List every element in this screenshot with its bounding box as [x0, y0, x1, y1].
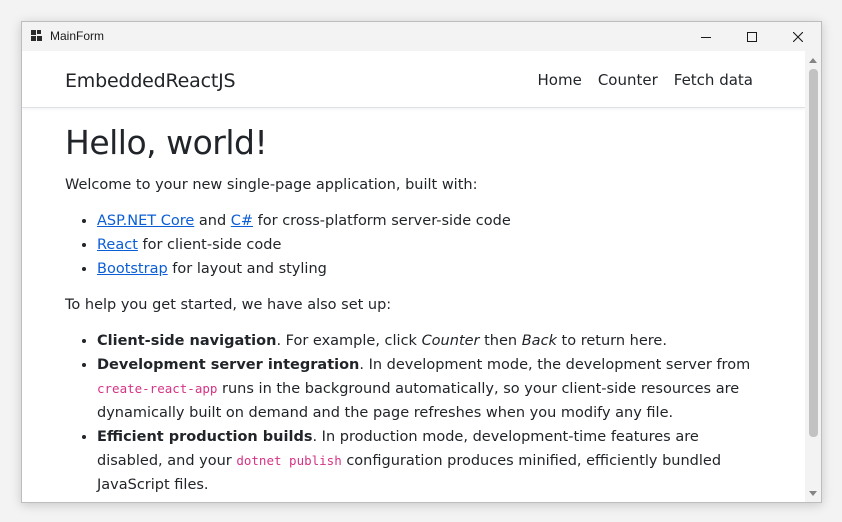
app-window-icon	[31, 30, 42, 41]
nav-home-link[interactable]: Home	[538, 71, 582, 89]
bootstrap-link[interactable]: Bootstrap	[97, 261, 168, 277]
built-with-list: ASP.NET Core and C# for cross-platform s…	[65, 209, 765, 281]
react-link[interactable]: React	[97, 237, 138, 253]
features-list: Client-side navigation. For example, cli…	[65, 329, 765, 497]
feature-title: Client-side navigation	[97, 333, 277, 349]
feature-text: to return here.	[556, 333, 667, 349]
feature-text: . In development mode, the development s…	[359, 357, 751, 373]
close-icon	[793, 31, 803, 42]
list-item: Bootstrap for layout and styling	[97, 257, 765, 281]
feature-title: Development server integration	[97, 357, 360, 373]
feature-text: then	[479, 333, 522, 349]
list-item: React for client-side code	[97, 233, 765, 257]
inline-code: dotnet publish	[236, 453, 342, 468]
web-content: EmbeddedReactJS Home Counter Fetch data …	[22, 51, 805, 502]
list-item: Client-side navigation. For example, cli…	[97, 329, 765, 353]
minimize-button[interactable]	[683, 22, 729, 51]
scrollbar-thumb[interactable]	[809, 69, 818, 437]
feature-emphasis: Counter	[421, 333, 480, 349]
navbar-brand[interactable]: EmbeddedReactJS	[65, 70, 236, 92]
page-heading: Hello, world!	[65, 123, 268, 162]
csharp-link[interactable]: C#	[231, 213, 253, 229]
nav-fetch-data-link[interactable]: Fetch data	[674, 71, 753, 89]
maximize-icon	[747, 31, 757, 42]
list-text: for layout and styling	[167, 261, 327, 277]
app-window: MainForm EmbeddedReactJS Home Counter Fe…	[21, 21, 822, 503]
list-text: for cross-platform server-side code	[253, 213, 511, 229]
setup-intro-text: To help you get started, we have also se…	[65, 297, 392, 313]
nav-counter-link[interactable]: Counter	[598, 71, 658, 89]
feature-text: . For example, click	[276, 333, 422, 349]
scroll-down-arrow-icon	[809, 490, 817, 496]
window-title: MainForm	[50, 29, 105, 43]
list-text: and	[194, 213, 231, 229]
nav-links: Home Counter Fetch data	[538, 71, 753, 89]
title-bar[interactable]: MainForm	[22, 22, 821, 51]
list-item: Development server integration. In devel…	[97, 353, 765, 425]
feature-emphasis: Back	[521, 333, 557, 349]
feature-title: Efficient production builds	[97, 429, 313, 445]
minimize-icon	[701, 36, 711, 38]
intro-text: Welcome to your new single-page applicat…	[65, 177, 478, 193]
list-item: Efficient production builds. In producti…	[97, 425, 765, 497]
list-text: for client-side code	[137, 237, 282, 253]
close-button[interactable]	[775, 22, 821, 51]
scroll-up-arrow-icon	[809, 57, 817, 63]
scroll-down-button[interactable]	[805, 487, 821, 499]
inline-code: create-react-app	[97, 381, 218, 396]
aspnet-core-link[interactable]: ASP.NET Core	[97, 213, 194, 229]
navbar: EmbeddedReactJS Home Counter Fetch data	[22, 51, 805, 108]
scroll-up-button[interactable]	[805, 54, 821, 66]
main-content: Hello, world! Welcome to your new single…	[65, 123, 765, 502]
list-item: ASP.NET Core and C# for cross-platform s…	[97, 209, 765, 233]
maximize-button[interactable]	[729, 22, 775, 51]
vertical-scrollbar[interactable]	[805, 51, 821, 502]
